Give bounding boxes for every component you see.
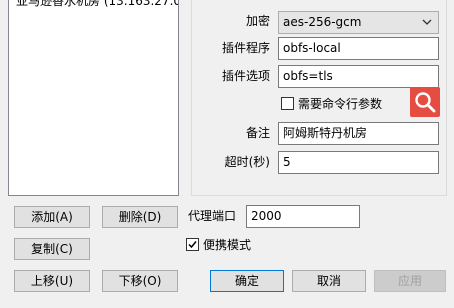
move-up-button[interactable]: 上移(U) [14,270,90,292]
portable-mode-checkbox[interactable] [186,238,199,251]
timeout-input[interactable]: 5 [278,151,439,174]
chevron-down-icon [422,19,432,25]
apply-button[interactable]: 应用 [374,270,446,292]
encryption-value: aes-256-gcm [283,15,362,29]
plugin-options-label: 插件选项 [221,69,270,83]
proxy-port-label: 代理端口 [188,209,237,223]
needs-cmd-args-checkbox[interactable] [281,97,294,110]
copy-button[interactable]: 复制(C) [14,238,90,260]
remarks-input[interactable]: 阿姆斯特丹机房 [278,122,439,145]
encryption-select[interactable]: aes-256-gcm [278,11,439,34]
list-item[interactable]: 亚马逊香水机房 (13.163.27.0... [16,0,178,9]
check-icon [188,241,197,249]
needs-cmd-args-label[interactable]: 需要命令行参数 [298,94,382,114]
search-button[interactable] [410,87,440,117]
remarks-label: 备注 [245,126,270,140]
plugin-label: 插件程序 [221,41,270,55]
encryption-label: 加密 [245,14,270,28]
delete-button[interactable]: 删除(D) [102,206,178,228]
plugin-options-input[interactable]: obfs=tls [278,65,439,88]
ok-button[interactable]: 确定 [210,270,284,292]
server-list[interactable]: 亚马逊香水机房 (13.163.27.0... [8,0,179,196]
timeout-label: 超时(秒) [224,155,270,169]
cancel-button[interactable]: 取消 [292,270,366,292]
move-down-button[interactable]: 下移(O) [102,270,178,292]
portable-mode-label[interactable]: 便携模式 [203,235,251,255]
add-button[interactable]: 添加(A) [14,206,90,228]
proxy-port-input[interactable]: 2000 [246,205,360,228]
search-icon [415,92,436,113]
plugin-input[interactable]: obfs-local [278,37,439,60]
